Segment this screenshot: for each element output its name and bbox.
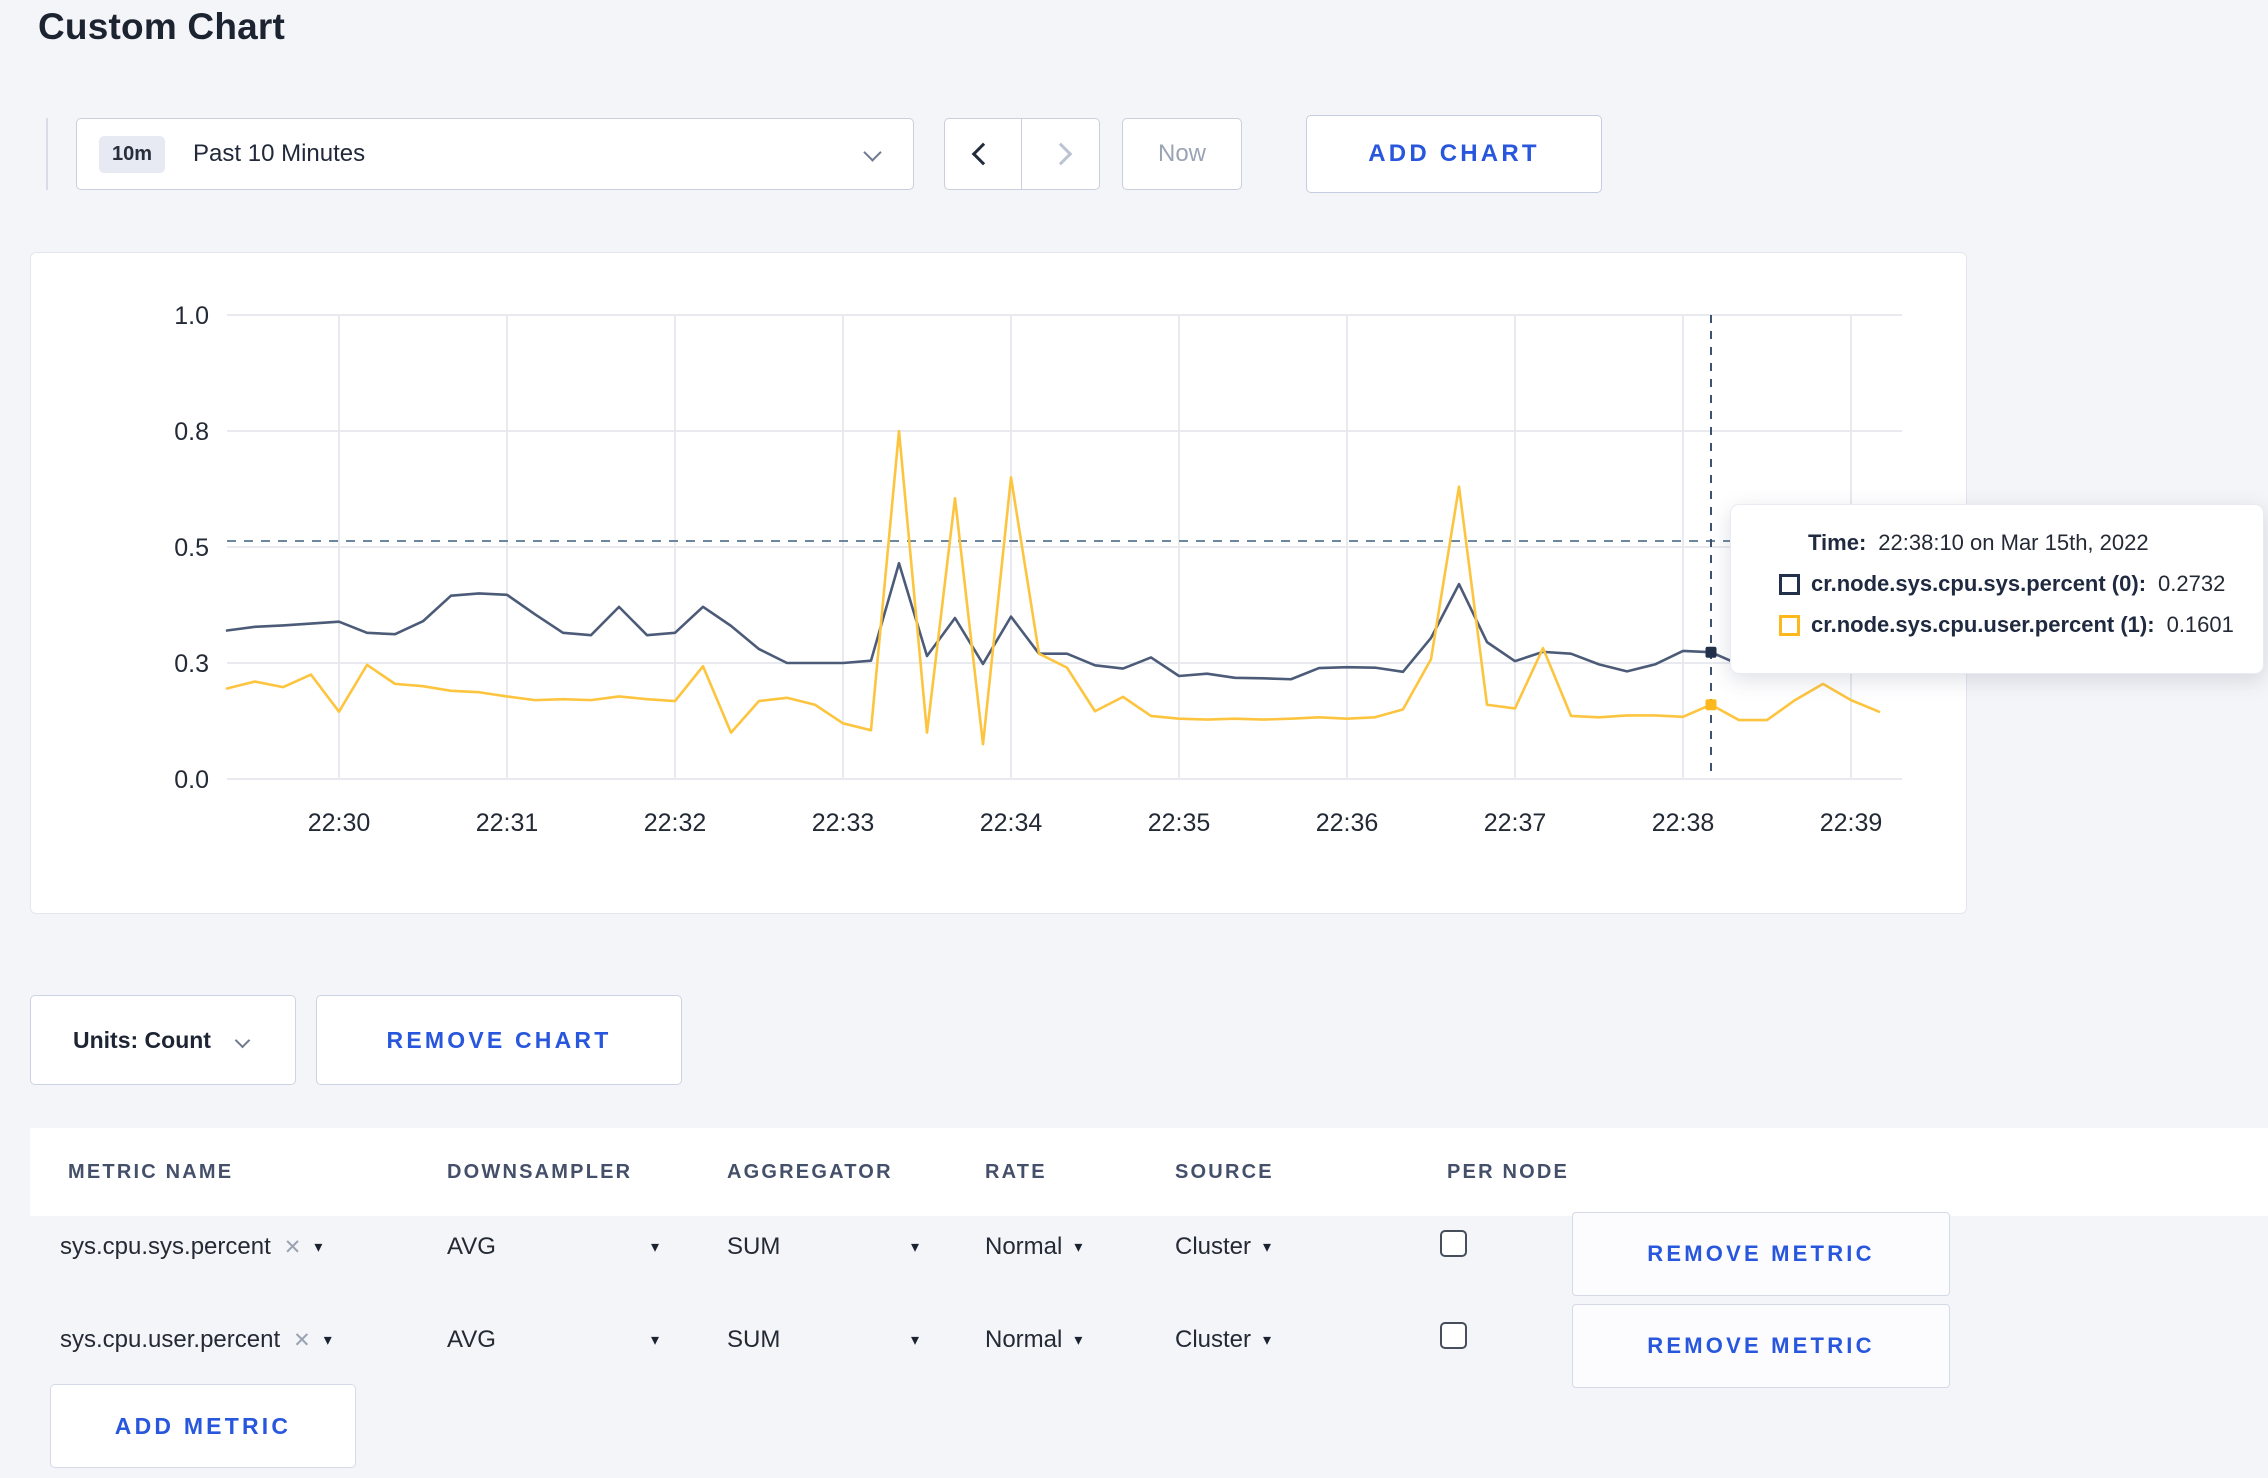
tooltip-time-label: Time: [1808,530,1867,555]
x-tick-label: 22:30 [308,809,371,837]
chevron-right-icon [1049,142,1072,166]
chevron-down-icon [234,1032,251,1048]
source-value: Cluster [1175,1326,1252,1353]
time-range-label: Past 10 Minutes [193,140,366,167]
column-header-per-node: PER NODE [1447,1160,1570,1183]
clear-metric-icon[interactable]: ✕ [284,1235,302,1260]
aggregator-value: SUM [727,1326,781,1353]
caret-down-icon: ▾ [650,1332,659,1349]
y-tick-label: 0.0 [174,766,209,794]
rate-value: Normal [985,1326,1063,1353]
source-select[interactable]: Cluster ▾ [1175,1233,1271,1261]
x-tick-label: 22:38 [1652,809,1715,837]
chart-tooltip: Time: 22:38:10 on Mar 15th, 2022 cr.node… [1730,504,2264,674]
time-range-select[interactable]: 10m Past 10 Minutes [76,118,914,190]
y-tick-label: 0.3 [174,650,209,678]
column-header-aggregator: AGGREGATOR [727,1160,893,1183]
add-chart-button[interactable]: ADD CHART [1306,115,1602,193]
downsampler-select[interactable]: AVG ▾ [447,1326,659,1354]
tooltip-series-label: cr.node.sys.cpu.user.percent (1): [1811,612,2155,637]
custom-chart-page: Custom Chart 10m Past 10 Minutes Now ADD… [0,0,2268,1478]
metric-name-select[interactable]: sys.cpu.user.percent ✕ ▾ [60,1326,332,1354]
per-node-checkbox[interactable] [1440,1230,1467,1257]
tooltip-time-value: 22:38:10 on Mar 15th, 2022 [1878,530,2149,555]
aggregator-select[interactable]: SUM ▾ [727,1233,919,1261]
units-label: Units: Count [73,1026,211,1053]
remove-metric-button[interactable]: REMOVE METRIC [1572,1212,1950,1296]
chevron-down-icon [863,143,882,162]
metric-name-value: sys.cpu.sys.percent [60,1233,271,1260]
chevron-left-icon [971,142,995,166]
x-tick-label: 22:39 [1820,809,1883,837]
column-header-rate: RATE [985,1160,1047,1183]
hover-point-marker [1705,699,1717,711]
y-tick-label: 0.8 [174,418,209,446]
hover-point-marker [1705,646,1717,658]
now-button[interactable]: Now [1122,118,1242,190]
y-tick-label: 1.0 [174,302,209,330]
aggregator-select[interactable]: SUM ▾ [727,1326,919,1354]
caret-down-icon: ▾ [314,1239,323,1256]
x-tick-label: 22:36 [1316,809,1379,837]
metrics-table-header: METRIC NAME DOWNSAMPLER AGGREGATOR RATE … [30,1128,2268,1216]
remove-chart-button[interactable]: REMOVE CHART [316,995,682,1085]
downsampler-value: AVG [447,1326,496,1353]
column-header-metric-name: METRIC NAME [68,1160,234,1183]
y-tick-label: 0.5 [174,534,209,562]
column-header-source: SOURCE [1175,1160,1274,1183]
series-swatch-sys [1779,573,1800,595]
caret-down-icon: ▾ [1074,1332,1083,1349]
downsampler-select[interactable]: AVG ▾ [447,1233,659,1261]
source-select[interactable]: Cluster ▾ [1175,1326,1271,1354]
source-value: Cluster [1175,1233,1252,1260]
caret-down-icon: ▾ [1263,1332,1272,1349]
units-select[interactable]: Units: Count [30,995,296,1085]
chart-plot[interactable]: 0.0 0.3 0.5 0.8 1.0 22:30 22:31 22:32 22:33 22:34… [31,253,1966,913]
tooltip-series-value: 0.2732 [2158,571,2226,596]
remove-metric-button[interactable]: REMOVE METRIC [1572,1304,1950,1388]
caret-down-icon: ▾ [910,1332,919,1349]
add-metric-button[interactable]: ADD METRIC [50,1384,356,1468]
chart-card: 0.0 0.3 0.5 0.8 1.0 22:30 22:31 22:32 22:33 22:34… [30,252,1967,914]
aggregator-value: SUM [727,1233,781,1260]
caret-down-icon: ▾ [650,1239,659,1256]
metric-name-select[interactable]: sys.cpu.sys.percent ✕ ▾ [60,1233,322,1261]
caret-down-icon: ▾ [1263,1239,1272,1256]
series-line [225,429,1881,746]
column-header-downsampler: DOWNSAMPLER [447,1160,633,1183]
toolbar-divider [46,118,48,190]
caret-down-icon: ▾ [323,1332,332,1349]
tooltip-series-value: 0.1601 [2166,612,2234,637]
metric-name-value: sys.cpu.user.percent [60,1326,281,1353]
per-node-checkbox[interactable] [1440,1322,1467,1349]
x-tick-label: 22:34 [980,809,1043,837]
time-range-badge: 10m [99,135,166,173]
series-swatch-user [1779,614,1800,636]
tooltip-series-label: cr.node.sys.cpu.sys.percent (0): [1811,571,2147,596]
x-tick-label: 22:31 [476,809,539,837]
next-range-button[interactable] [1022,118,1100,190]
rate-select[interactable]: Normal ▾ [985,1233,1082,1261]
prev-range-button[interactable] [944,118,1022,190]
x-tick-label: 22:37 [1484,809,1547,837]
caret-down-icon: ▾ [1074,1239,1083,1256]
rate-value: Normal [985,1233,1063,1260]
x-tick-label: 22:32 [644,809,707,837]
downsampler-value: AVG [447,1233,496,1260]
caret-down-icon: ▾ [910,1239,919,1256]
page-title: Custom Chart [38,6,286,47]
clear-metric-icon[interactable]: ✕ [293,1328,311,1353]
rate-select[interactable]: Normal ▾ [985,1326,1082,1354]
x-tick-label: 22:33 [812,809,875,837]
x-tick-label: 22:35 [1148,809,1211,837]
time-nav-group [944,118,1100,190]
